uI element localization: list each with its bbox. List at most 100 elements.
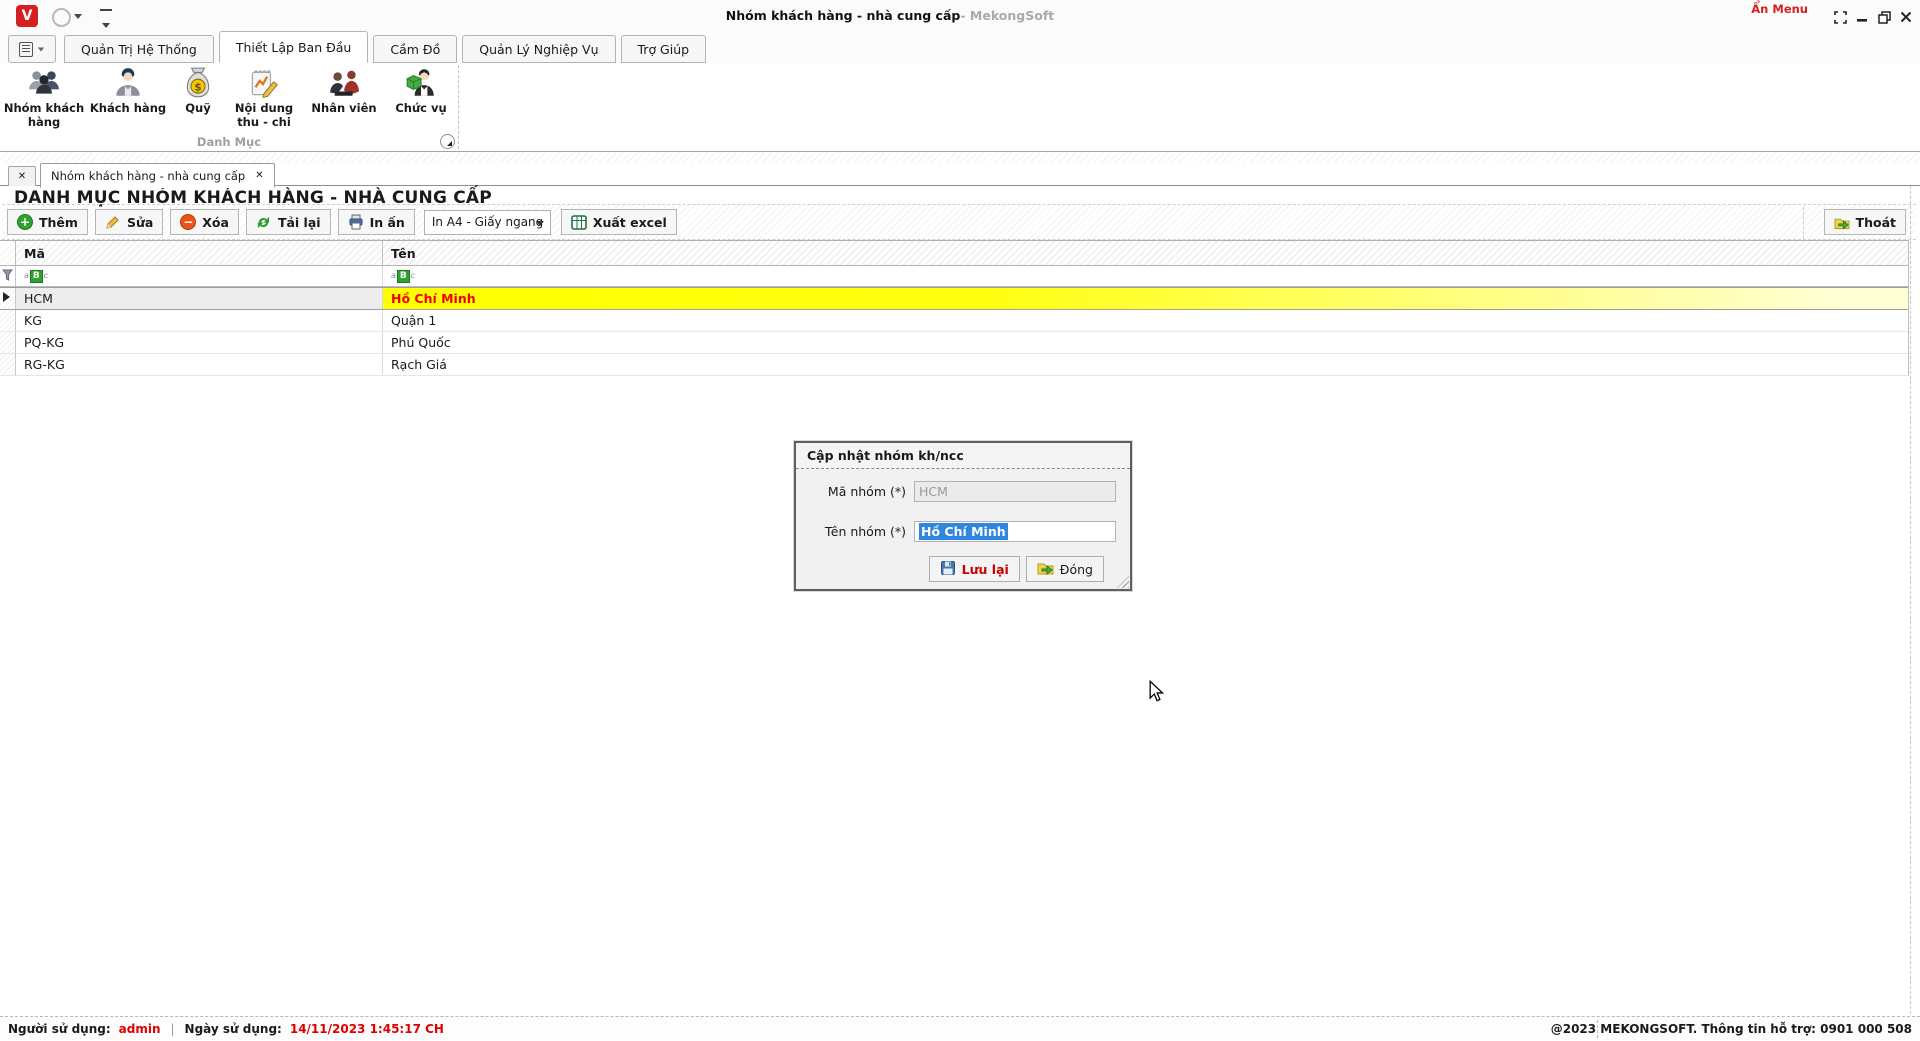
- app-menu-icon: [19, 41, 33, 57]
- row-indicator-icon: [3, 292, 10, 302]
- code-label: Mã nhóm (*): [827, 484, 906, 499]
- close-icon[interactable]: [1898, 10, 1914, 24]
- resize-grip[interactable]: [1117, 576, 1129, 588]
- update-group-dialog: Cập nhật nhóm kh/ncc Mã nhóm (*) HCM Tên…: [794, 441, 1132, 591]
- auto-filter-icon: aBc: [391, 269, 416, 283]
- name-field[interactable]: Hồ Chí Minh: [914, 521, 1116, 542]
- filter-cell-ten[interactable]: aBc: [383, 266, 1908, 286]
- tab-quan-ly-nghiep-vu[interactable]: Quản Lý Nghiệp Vụ: [462, 35, 616, 63]
- app-logo-icon[interactable]: V: [16, 5, 38, 27]
- note-chart-pencil-icon: [251, 70, 279, 99]
- filter-pin-icon: [1, 269, 14, 281]
- grid-filter-row: aBc aBc: [0, 266, 1908, 287]
- ribbon-item-nhom-khach-hang[interactable]: Nhóm khách hàng: [2, 63, 86, 130]
- status-bar: Người sử dụng: admin | Ngày sử dụng: 14/…: [0, 1016, 1920, 1040]
- titlebar: V Nhóm khách hàng - nhà cung cấp - Mekon…: [0, 0, 1920, 33]
- ribbon-item-nhan-vien[interactable]: Nhân viên: [302, 63, 386, 130]
- ribbon-item-khach-hang[interactable]: Khách hàng: [86, 63, 170, 130]
- data-grid: Mã Tên aBc aBc HCM Hồ Chí Minh KG Quận 1…: [0, 240, 1909, 376]
- panel-right-border: [1910, 186, 1911, 1014]
- user-value: admin: [118, 1021, 161, 1036]
- tab-thiet-lap-ban-dau[interactable]: Thiết Lập Ban Đầu: [218, 31, 369, 63]
- dialog-title: Cập nhật nhóm kh/ncc: [796, 443, 1130, 469]
- hide-menu-button[interactable]: Ẩn Menu: [1751, 2, 1808, 16]
- app-menu-button[interactable]: [8, 35, 56, 63]
- pencil-icon: [105, 214, 121, 230]
- edit-button[interactable]: Sửa: [94, 209, 164, 235]
- content-panel: DANH MỤC NHÓM KHÁCH HÀNG - NHÀ CUNG CẤP …: [0, 186, 1920, 1016]
- document-tab-active[interactable]: Nhóm khách hàng - nhà cung cấp ✕: [40, 163, 275, 188]
- excel-icon: [571, 214, 587, 230]
- printer-icon: [348, 214, 364, 230]
- auto-filter-icon: aBc: [24, 269, 49, 283]
- close-dialog-button[interactable]: Đóng: [1025, 556, 1104, 582]
- copyright-text: @2023 MEKONGSOFT. Thông tin hỗ trợ: 0901…: [1550, 1022, 1912, 1036]
- refresh-icon: [256, 214, 272, 230]
- add-icon: +: [17, 214, 33, 230]
- close-folder-arrow-icon: [1037, 560, 1054, 578]
- ribbon-group-collapse-icon[interactable]: [440, 134, 455, 149]
- customer-icon: [116, 68, 140, 96]
- fullscreen-icon[interactable]: [1832, 10, 1848, 24]
- cell-ten[interactable]: Quận 1: [383, 310, 1908, 331]
- exit-button[interactable]: Thoát: [1823, 209, 1906, 235]
- position-icon: [406, 69, 434, 96]
- table-row[interactable]: PQ-KG Phú Quốc: [0, 332, 1908, 354]
- minimize-icon[interactable]: [1854, 10, 1870, 24]
- toolbar: + Thêm Sửa − Xóa Tải lại In ấn In A4 - G…: [2, 204, 1916, 240]
- tab-quan-tri-he-thong[interactable]: Quản Trị Hệ Thống: [64, 35, 214, 63]
- print-format-select[interactable]: In A4 - Giấy ngang: [423, 209, 551, 235]
- code-field: HCM: [914, 481, 1116, 502]
- save-button[interactable]: Lưu lại: [928, 556, 1020, 582]
- quick-access-circle-icon[interactable]: [52, 8, 71, 27]
- name-label: Tên nhóm (*): [824, 524, 906, 539]
- delete-button[interactable]: − Xóa: [170, 209, 239, 235]
- cell-ma[interactable]: PQ-KG: [16, 332, 383, 353]
- customer-group-icon: [29, 71, 59, 94]
- ribbon-tab-strip: Quản Trị Hệ Thống Thiết Lập Ban Đầu Cầm …: [0, 31, 1920, 63]
- delete-icon: −: [180, 214, 197, 230]
- table-row[interactable]: RG-KG Rạch Giá: [0, 354, 1908, 376]
- tab-cam-do[interactable]: Cầm Đồ: [373, 35, 458, 63]
- grid-header-row: Mã Tên: [0, 240, 1908, 266]
- table-row[interactable]: KG Quận 1: [0, 310, 1908, 332]
- cell-ten[interactable]: Phú Quốc: [383, 332, 1908, 353]
- restore-icon[interactable]: [1876, 10, 1892, 24]
- customize-toolbar-icon[interactable]: [100, 9, 112, 32]
- close-icon: ✕: [17, 171, 27, 182]
- ribbon-item-quy[interactable]: $ Quỹ: [170, 63, 226, 130]
- money-bag-icon: $: [186, 67, 210, 98]
- ribbon-group-separator: [458, 65, 459, 149]
- ribbon-item-noi-dung-thu-chi[interactable]: Nội dung thu - chi: [226, 63, 302, 130]
- svg-text:$: $: [194, 80, 201, 93]
- export-excel-button[interactable]: Xuất excel: [560, 209, 677, 235]
- print-button[interactable]: In ấn: [337, 209, 415, 235]
- exit-folder-arrow-icon: [1834, 214, 1850, 230]
- date-value: 14/11/2023 1:45:17 CH: [289, 1021, 444, 1036]
- mouse-cursor: [1148, 679, 1165, 706]
- cell-ma[interactable]: HCM: [16, 288, 383, 309]
- window-title: Nhóm khách hàng - nhà cung cấp - MekongS…: [725, 7, 1055, 23]
- cell-ma[interactable]: KG: [16, 310, 383, 331]
- cell-ten[interactable]: Hồ Chí Minh: [383, 288, 1908, 309]
- close-tab-icon[interactable]: ✕: [255, 170, 263, 181]
- ribbon-group-danh-muc: Nhóm khách hàng Khách hàng $ Quỹ Nội dun…: [0, 63, 458, 151]
- cell-ten[interactable]: Rạch Giá: [383, 354, 1908, 375]
- save-floppy-icon: [940, 560, 956, 579]
- reload-button[interactable]: Tải lại: [245, 209, 331, 235]
- ribbon-group-label: Danh Mục: [196, 135, 262, 149]
- ribbon-body: Nhóm khách hàng Khách hàng $ Quỹ Nội dun…: [0, 63, 1920, 152]
- tab-tro-giup[interactable]: Trợ Giúp: [620, 35, 707, 63]
- staff-icon: [330, 70, 359, 96]
- quick-access-dropdown-icon[interactable]: [74, 14, 82, 19]
- document-tab-strip: ✕ Nhóm khách hàng - nhà cung cấp ✕: [0, 163, 1920, 188]
- chevron-down-icon: [535, 220, 544, 226]
- column-header-ma[interactable]: Mã: [16, 241, 383, 265]
- ribbon-item-chuc-vu[interactable]: Chức vụ: [386, 63, 456, 130]
- close-all-tabs-button[interactable]: ✕: [8, 166, 36, 187]
- cell-ma[interactable]: RG-KG: [16, 354, 383, 375]
- table-row[interactable]: HCM Hồ Chí Minh: [0, 287, 1908, 310]
- column-header-ten[interactable]: Tên: [383, 241, 1908, 265]
- add-button[interactable]: + Thêm: [7, 209, 88, 235]
- filter-cell-ma[interactable]: aBc: [16, 266, 383, 286]
